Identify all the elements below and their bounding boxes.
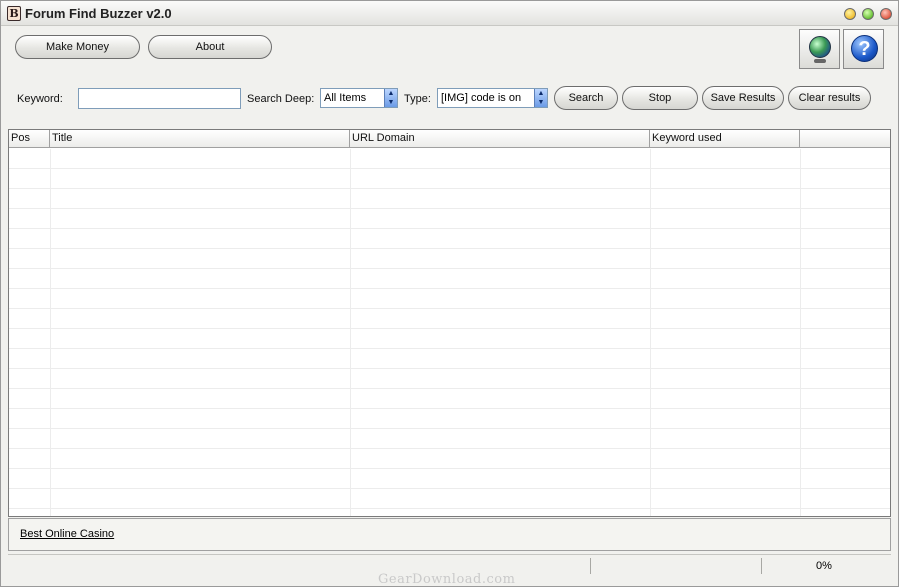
keyword-label: Keyword:: [17, 93, 63, 105]
type-value: [IMG] code is on: [441, 92, 522, 104]
title-bar[interactable]: B Forum Find Buzzer v2.0: [1, 1, 898, 26]
app-window: B Forum Find Buzzer v2.0 Make Money Abou…: [0, 0, 899, 587]
search-deep-select[interactable]: All Items ▲ ▼: [320, 88, 398, 108]
status-separator: [590, 558, 591, 574]
search-deep-value: All Items: [324, 92, 367, 104]
close-button[interactable]: [880, 8, 892, 20]
updown-arrow-icon: ▲ ▼: [534, 89, 547, 107]
make-money-button[interactable]: Make Money: [15, 35, 140, 59]
table-row[interactable]: [9, 209, 890, 229]
type-select[interactable]: [IMG] code is on ▲ ▼: [437, 88, 548, 108]
table-row[interactable]: [9, 149, 890, 169]
table-row[interactable]: [9, 309, 890, 329]
best-online-casino-link[interactable]: Best Online Casino: [20, 528, 114, 540]
table-row[interactable]: [9, 489, 890, 509]
status-separator: [761, 558, 762, 574]
results-rows: [9, 149, 890, 516]
table-row[interactable]: [9, 409, 890, 429]
bottom-panel: Best Online Casino: [8, 518, 891, 551]
column-divider: [50, 149, 51, 516]
column-divider: [350, 149, 351, 516]
search-deep-label: Search Deep:: [247, 93, 315, 105]
table-row[interactable]: [9, 269, 890, 289]
globe-icon: [809, 36, 831, 58]
table-row[interactable]: [9, 189, 890, 209]
column-header-url-domain[interactable]: URL Domain: [350, 130, 650, 148]
globe-stand-icon: [814, 59, 826, 63]
about-button[interactable]: About: [148, 35, 272, 59]
stop-button[interactable]: Stop: [622, 86, 698, 110]
type-label: Type:: [404, 93, 431, 105]
clear-results-button[interactable]: Clear results: [788, 86, 871, 110]
table-row[interactable]: [9, 169, 890, 189]
table-row[interactable]: [9, 289, 890, 309]
web-button[interactable]: [799, 29, 840, 69]
results-table-header: Pos Title URL Domain Keyword used: [9, 130, 890, 148]
keyword-input[interactable]: [78, 88, 241, 109]
table-row[interactable]: [9, 389, 890, 409]
table-row[interactable]: [9, 369, 890, 389]
watermark: GearDownload.com: [378, 572, 516, 587]
minimize-button[interactable]: [844, 8, 856, 20]
column-header-keyword-used[interactable]: Keyword used: [650, 130, 800, 148]
search-button[interactable]: Search: [554, 86, 618, 110]
column-divider: [650, 149, 651, 516]
column-divider: [800, 149, 801, 516]
results-table[interactable]: Pos Title URL Domain Keyword used: [8, 129, 891, 517]
column-header-title[interactable]: Title: [50, 130, 350, 148]
table-row[interactable]: [9, 249, 890, 269]
help-icon: ?: [851, 35, 878, 62]
table-row[interactable]: [9, 449, 890, 469]
table-row[interactable]: [9, 469, 890, 489]
table-row[interactable]: [9, 349, 890, 369]
table-row[interactable]: [9, 229, 890, 249]
save-results-button[interactable]: Save Results: [702, 86, 784, 110]
column-header-pos[interactable]: Pos: [9, 130, 50, 148]
maximize-button[interactable]: [862, 8, 874, 20]
window-title: Forum Find Buzzer v2.0: [25, 6, 172, 21]
table-row[interactable]: [9, 329, 890, 349]
progress-percent: 0%: [816, 560, 832, 572]
app-logo-icon: B: [7, 6, 21, 21]
help-button[interactable]: ?: [843, 29, 884, 69]
column-header-extra[interactable]: [800, 130, 890, 148]
updown-arrow-icon: ▲ ▼: [384, 89, 397, 107]
table-row[interactable]: [9, 429, 890, 449]
